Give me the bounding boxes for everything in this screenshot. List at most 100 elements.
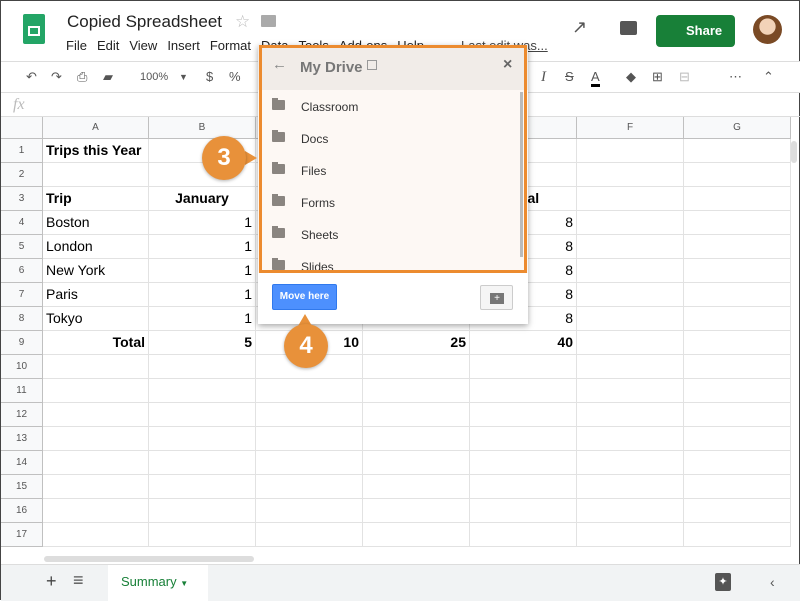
text-color-icon[interactable]: A (591, 69, 600, 87)
redo-icon[interactable]: ↷ (51, 69, 62, 85)
merge-icon[interactable]: ⊟ (679, 69, 690, 85)
cell[interactable] (684, 427, 791, 451)
cell[interactable]: January (149, 187, 256, 211)
cell[interactable]: Trips this Year (43, 139, 149, 163)
cell[interactable] (149, 451, 256, 475)
cell[interactable] (577, 283, 684, 307)
cell[interactable] (684, 139, 791, 163)
cell[interactable] (43, 403, 149, 427)
row-header-13[interactable]: 13 (1, 427, 43, 451)
cell[interactable] (470, 451, 577, 475)
cell[interactable] (577, 451, 684, 475)
row-header-8[interactable]: 8 (1, 307, 43, 331)
cell[interactable] (470, 523, 577, 547)
cell[interactable] (256, 403, 363, 427)
comment-icon[interactable] (620, 21, 637, 35)
cell[interactable] (577, 235, 684, 259)
cell[interactable] (149, 499, 256, 523)
cell[interactable]: 1 (149, 235, 256, 259)
cell[interactable] (363, 475, 470, 499)
cell[interactable] (577, 307, 684, 331)
cell[interactable] (684, 451, 791, 475)
zoom-select[interactable]: 100% (140, 71, 168, 83)
undo-icon[interactable]: ↶ (26, 69, 37, 85)
cell[interactable] (684, 259, 791, 283)
cell[interactable] (149, 403, 256, 427)
row-header-14[interactable]: 14 (1, 451, 43, 475)
explore-icon[interactable]: ✦ (715, 573, 731, 591)
close-icon[interactable]: × (503, 56, 512, 74)
cell[interactable] (684, 403, 791, 427)
cell[interactable] (256, 427, 363, 451)
menu-insert[interactable]: Insert (167, 38, 200, 53)
back-icon[interactable]: ← (272, 56, 287, 73)
cell[interactable] (470, 403, 577, 427)
folder-item[interactable]: Slides (258, 251, 520, 273)
add-sheet-button[interactable]: + (46, 571, 57, 592)
row-header-4[interactable]: 4 (1, 211, 43, 235)
cell[interactable]: 25 (363, 331, 470, 355)
cell[interactable] (684, 475, 791, 499)
row-header-3[interactable]: 3 (1, 187, 43, 211)
more-icon[interactable]: ⋯ (729, 69, 742, 85)
cell[interactable] (577, 163, 684, 187)
cell[interactable] (577, 499, 684, 523)
cell[interactable]: New York (43, 259, 149, 283)
cell[interactable] (149, 379, 256, 403)
cell[interactable] (684, 235, 791, 259)
cell[interactable] (363, 451, 470, 475)
row-header-12[interactable]: 12 (1, 403, 43, 427)
cell[interactable]: 1 (149, 307, 256, 331)
open-external-icon[interactable] (367, 60, 377, 70)
row-header-2[interactable]: 2 (1, 163, 43, 187)
cell[interactable] (363, 427, 470, 451)
cell[interactable] (256, 451, 363, 475)
cell[interactable] (43, 523, 149, 547)
cell[interactable] (363, 403, 470, 427)
cell[interactable]: Total (43, 331, 149, 355)
folder-item[interactable]: Forms (258, 187, 520, 219)
print-icon[interactable]: ⎙ (77, 69, 87, 85)
folder-item[interactable]: Docs (258, 123, 520, 155)
cell[interactable] (43, 379, 149, 403)
menu-view[interactable]: View (129, 38, 157, 53)
row-header-10[interactable]: 10 (1, 355, 43, 379)
cell[interactable]: Trip (43, 187, 149, 211)
cell[interactable] (43, 163, 149, 187)
cell[interactable] (577, 331, 684, 355)
row-header-9[interactable]: 9 (1, 331, 43, 355)
cell[interactable] (577, 523, 684, 547)
cell[interactable] (256, 379, 363, 403)
cell[interactable] (577, 475, 684, 499)
currency-button[interactable]: $ (206, 69, 213, 84)
cell[interactable] (684, 187, 791, 211)
document-title[interactable]: Copied Spreadsheet (67, 12, 222, 32)
column-header-g[interactable]: G (684, 117, 791, 139)
cell[interactable]: 1 (149, 211, 256, 235)
cell[interactable] (149, 523, 256, 547)
folder-item[interactable]: Sheets (258, 219, 520, 251)
row-header-15[interactable]: 15 (1, 475, 43, 499)
menu-format[interactable]: Format (210, 38, 251, 53)
cell[interactable] (256, 523, 363, 547)
chevron-down-icon[interactable]: ▼ (179, 72, 188, 82)
cell[interactable] (363, 355, 470, 379)
move-here-button[interactable]: Move here (272, 284, 337, 310)
fill-color-icon[interactable]: ◆ (626, 69, 636, 85)
cell[interactable] (577, 427, 684, 451)
strikethrough-icon[interactable]: S (565, 69, 574, 84)
cell[interactable] (149, 475, 256, 499)
cell[interactable]: London (43, 235, 149, 259)
folder-item[interactable]: Files (258, 155, 520, 187)
column-header-f[interactable]: F (577, 117, 684, 139)
cell[interactable] (684, 307, 791, 331)
horizontal-scrollbar[interactable] (44, 556, 254, 562)
italic-icon[interactable]: I (541, 69, 546, 86)
cell[interactable] (363, 499, 470, 523)
folder-list-scrollbar[interactable] (520, 92, 523, 257)
cell[interactable]: 40 (470, 331, 577, 355)
cell[interactable] (577, 379, 684, 403)
cell[interactable] (470, 499, 577, 523)
cell[interactable]: Boston (43, 211, 149, 235)
select-all-corner[interactable] (1, 117, 43, 139)
